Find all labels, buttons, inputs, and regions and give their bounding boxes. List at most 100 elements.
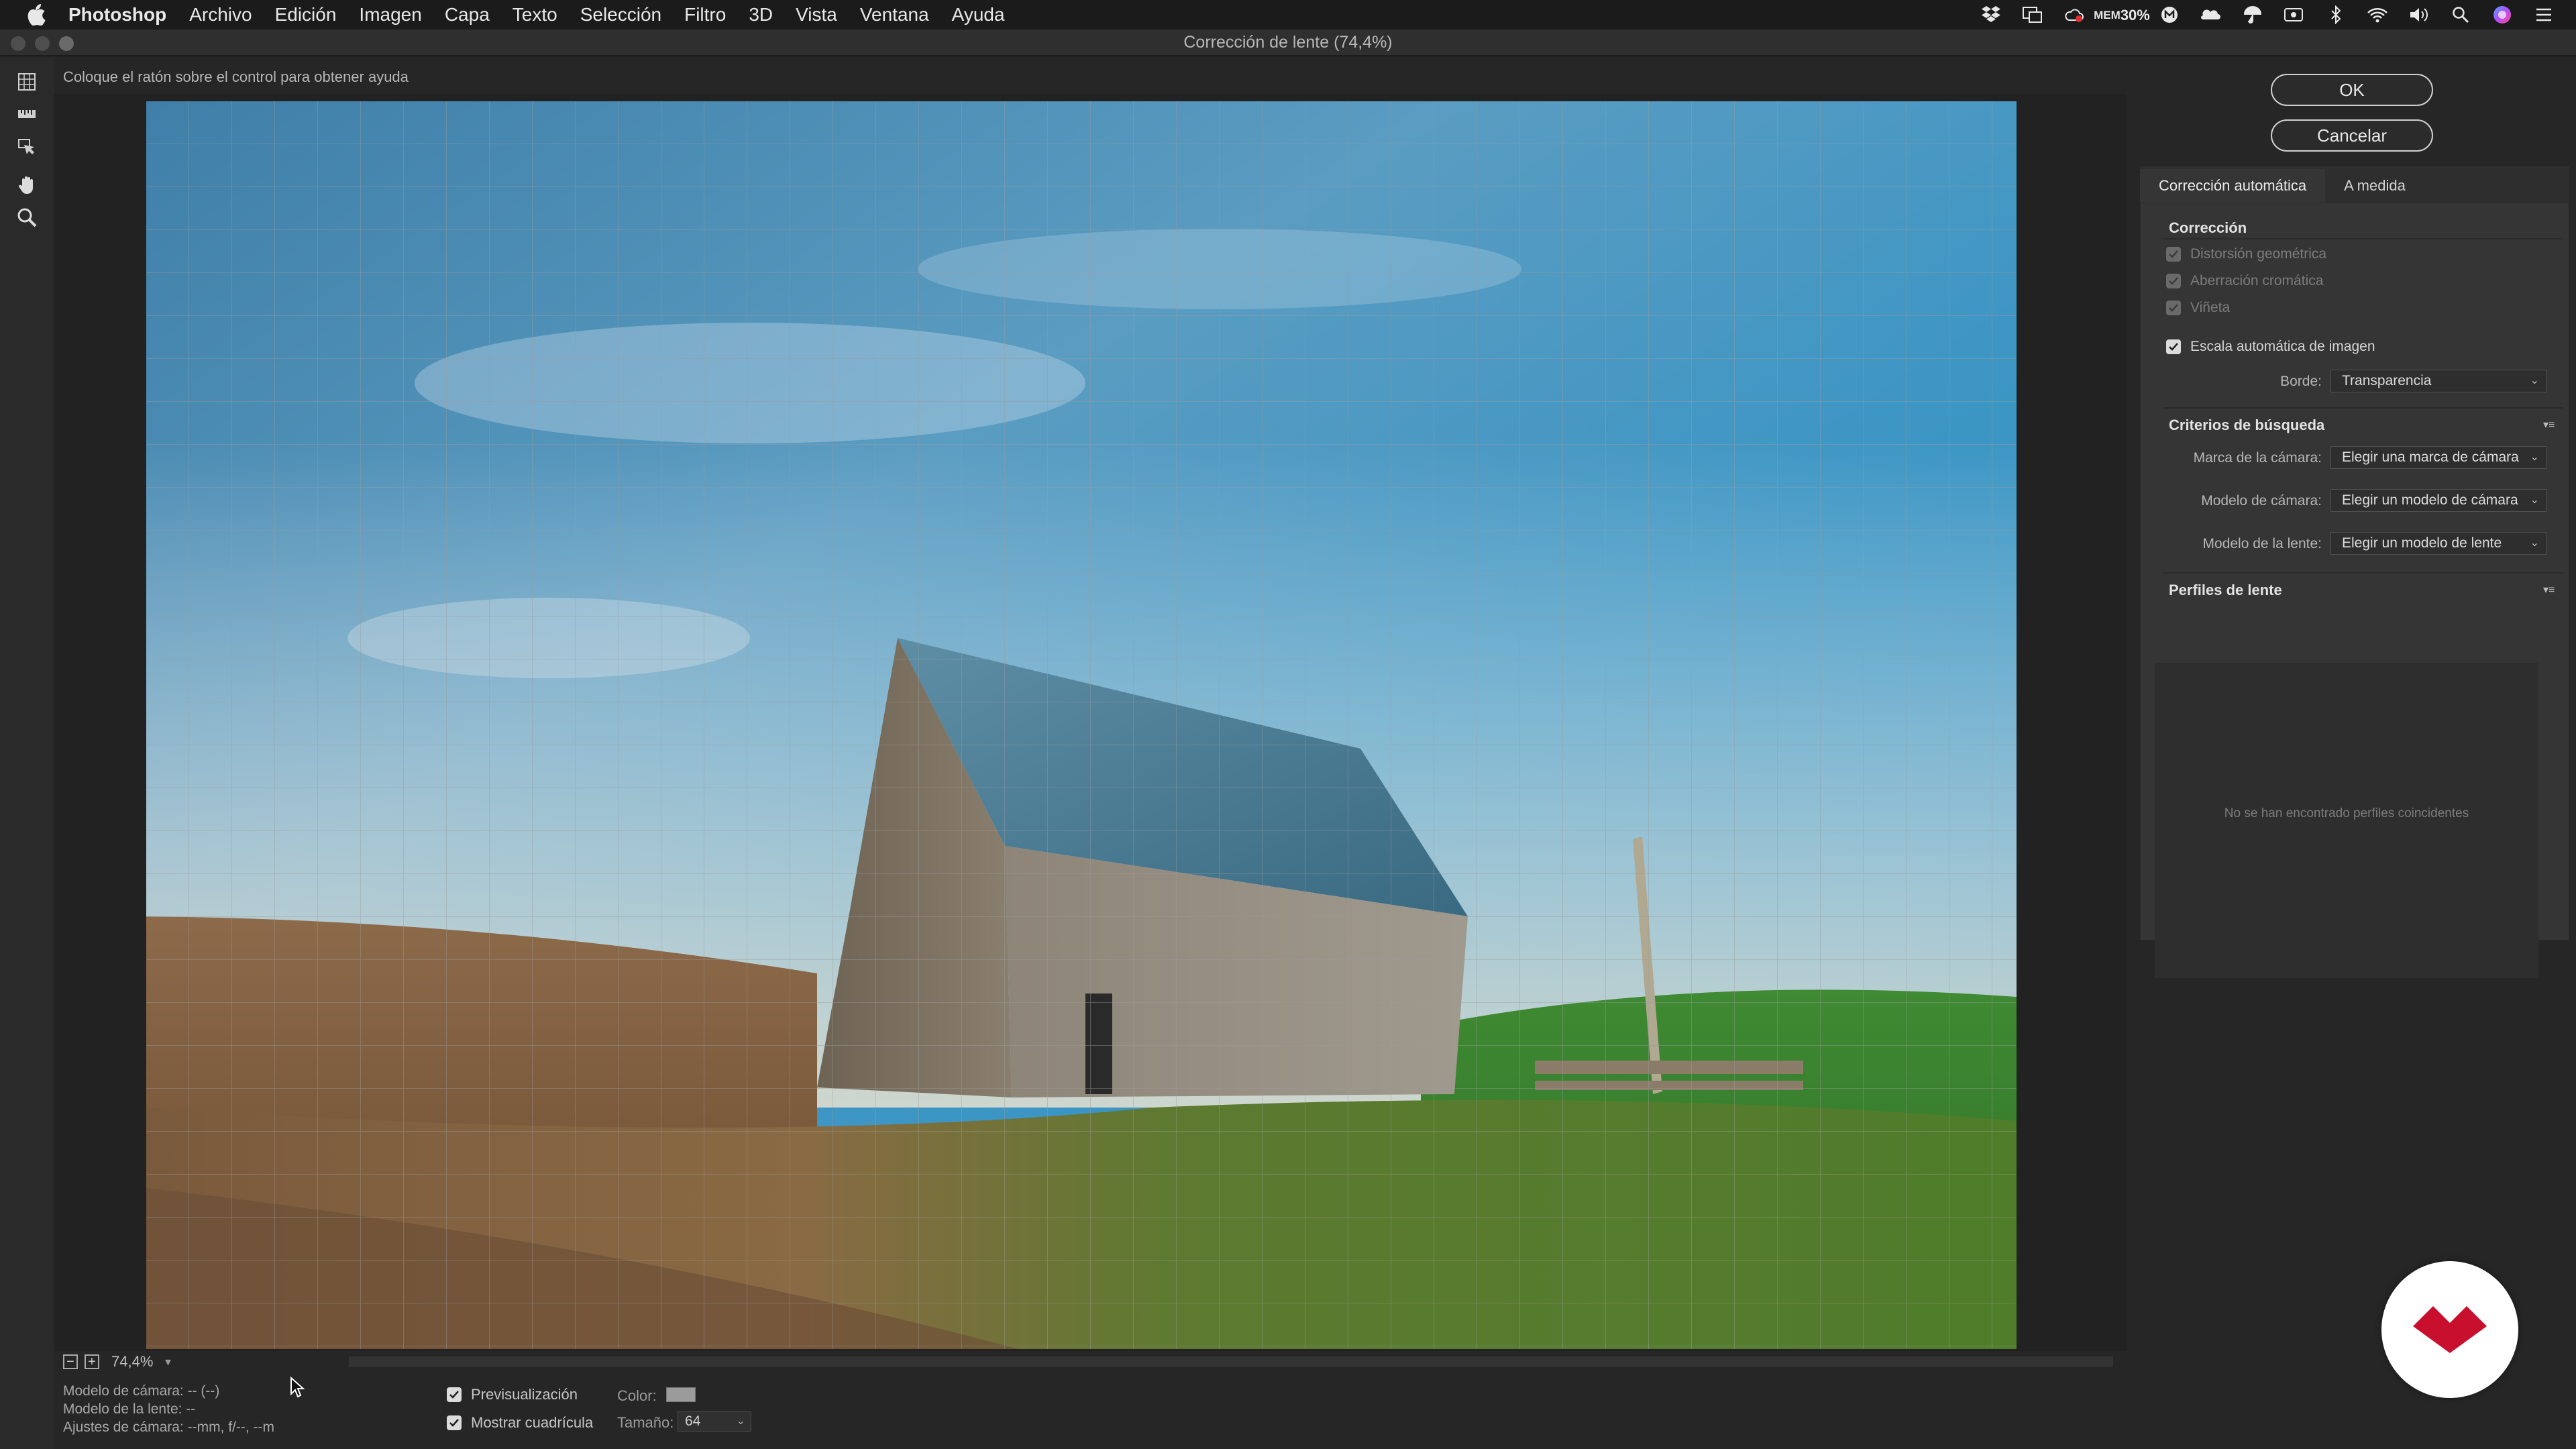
auto-scale-option[interactable]: Escala automática de imagen [2166, 339, 2375, 355]
remove-distortion-tool-icon[interactable] [13, 68, 40, 95]
edge-label: Borde: [2280, 374, 2322, 389]
menu-texto[interactable]: Texto [513, 0, 557, 30]
memory-indicator[interactable]: MEM 30% [2094, 5, 2150, 25]
siri-icon[interactable] [2491, 5, 2513, 25]
edge-value: Transparencia [2342, 373, 2432, 388]
menu-edicion[interactable]: Edición [275, 0, 337, 30]
status-icons: MEM 30% [1980, 0, 2555, 30]
lens-model-info: Modelo de la lente: -- [63, 1401, 196, 1417]
chromatic-aberration-option: Aberración cromática [2166, 273, 2323, 289]
chevron-down-icon: ⌄ [2530, 537, 2539, 549]
straighten-tool-icon[interactable] [13, 101, 40, 127]
show-grid-option[interactable]: Mostrar cuadrícula [447, 1414, 593, 1432]
search-menu-icon[interactable]: ▾≡ [2543, 418, 2561, 431]
weather-icon[interactable] [2200, 5, 2222, 25]
camera-make-select[interactable]: Elegir una marca de cámara ⌄ [2330, 446, 2546, 469]
minimize-window-button[interactable] [35, 36, 50, 51]
tab-custom[interactable]: A medida [2325, 169, 2424, 203]
cloud-sync-icon[interactable] [2063, 5, 2085, 25]
tool-panel [0, 58, 54, 1449]
ok-button[interactable]: OK [2271, 74, 2433, 106]
lens-model-label: Modelo de la lente: [2202, 536, 2322, 551]
cancel-button[interactable]: Cancelar [2271, 119, 2433, 152]
menu-bar: Photoshop Archivo Edición Imagen Capa Te… [0, 0, 2576, 30]
umbrella-icon[interactable] [2242, 5, 2263, 25]
apple-icon[interactable] [21, 0, 51, 30]
grid-size-select[interactable]: 64 ⌄ [678, 1411, 751, 1432]
chevron-down-icon: ⌄ [2530, 451, 2539, 463]
menu-filtro[interactable]: Filtro [684, 0, 726, 30]
zoom-tool-icon[interactable] [13, 204, 40, 231]
lens-model-select[interactable]: Elegir un modelo de lente ⌄ [2330, 532, 2546, 555]
chevron-down-icon: ⌄ [736, 1415, 745, 1427]
zoom-out-glyph: − [66, 1354, 74, 1369]
bluetooth-icon[interactable] [2325, 5, 2347, 25]
chevron-down-icon: ⌄ [2530, 494, 2539, 506]
wifi-icon[interactable] [2367, 5, 2388, 25]
grid-size-value: 64 [685, 1413, 701, 1429]
preview-label: Previsualización [471, 1386, 578, 1403]
camera-settings-info: Ajustes de cámara: --mm, f/--, --m [63, 1419, 275, 1435]
horizontal-scrollbar[interactable] [349, 1356, 2113, 1367]
zoom-controls: − + 74,4% ▾ [54, 1351, 2127, 1373]
search-icon[interactable] [2450, 5, 2471, 25]
dropbox-icon[interactable] [1980, 5, 2002, 25]
menu-ventana[interactable]: Ventana [860, 0, 929, 30]
menu-imagen[interactable]: Imagen [359, 0, 421, 30]
memory-value: 30% [2120, 6, 2150, 23]
camera-model-label: Modelo de cámara: [2201, 493, 2322, 508]
vignette-checkbox [2166, 301, 2181, 315]
grid-color-swatch[interactable] [666, 1387, 696, 1402]
help-hint-text: Coloque el ratón sobre el control para o… [63, 68, 409, 85]
profiles-menu-icon[interactable]: ▾≡ [2543, 583, 2561, 596]
menu-seleccion[interactable]: Selección [580, 0, 661, 30]
camera-model-select[interactable]: Elegir un modelo de cámara ⌄ [2330, 489, 2546, 512]
edge-select[interactable]: Transparencia ⌄ [2330, 370, 2546, 392]
preview-option[interactable]: Previsualización [447, 1386, 578, 1403]
photoshop-screen: Photoshop Archivo Edición Imagen Capa Te… [0, 0, 2576, 1449]
correction-section-title: Corrección [2169, 219, 2247, 236]
section-separator [2163, 238, 2563, 239]
panel-tabs: Corrección automática A medida [2140, 166, 2569, 203]
geometric-distortion-checkbox [2166, 247, 2181, 262]
auto-scale-checkbox[interactable] [2166, 339, 2181, 354]
lens-profiles-title: Perfiles de lente [2169, 582, 2282, 598]
vignette-label: Viñeta [2190, 300, 2231, 315]
camera-make-label: Marca de la cámara: [2193, 450, 2322, 466]
dialog-title: Corrección de lente (74,4%) [1183, 32, 1393, 52]
circle-m-icon[interactable] [2159, 5, 2180, 25]
zoom-dropdown-icon[interactable]: ▾ [165, 1355, 171, 1369]
lens-profiles-list[interactable]: No se han encontrado perfiles coincident… [2155, 663, 2538, 978]
settings-panel: OK Cancelar Corrección automática A medi… [2127, 58, 2576, 1449]
preview-checkbox[interactable] [447, 1387, 462, 1402]
menu-capa[interactable]: Capa [445, 0, 490, 30]
preview-image[interactable] [146, 101, 2017, 1349]
menu-app-name[interactable]: Photoshop [68, 0, 166, 30]
show-grid-checkbox[interactable] [447, 1415, 462, 1430]
menu-archivo[interactable]: Archivo [189, 0, 252, 30]
zoom-out-button[interactable]: − [63, 1354, 78, 1369]
volume-icon[interactable] [2408, 5, 2430, 25]
move-grid-tool-icon[interactable] [13, 133, 40, 160]
cancel-label: Cancelar [2316, 125, 2387, 146]
chevron-down-icon: ⌄ [2530, 375, 2539, 386]
menu-vista[interactable]: Vista [796, 0, 837, 30]
section-separator [2163, 572, 2563, 574]
zoom-level[interactable]: 74,4% [111, 1353, 165, 1371]
hand-tool-icon[interactable] [13, 172, 40, 199]
menu-ayuda[interactable]: Ayuda [952, 0, 1005, 30]
notification-center-icon[interactable] [2533, 5, 2555, 25]
zoom-in-glyph: + [88, 1354, 96, 1369]
tab-auto-correction[interactable]: Corrección automática [2140, 169, 2326, 203]
screen-record-icon[interactable] [2284, 5, 2305, 25]
auto-scale-label: Escala automática de imagen [2190, 339, 2375, 354]
chromatic-aberration-label: Aberración cromática [2190, 273, 2324, 288]
lens-model-value: Elegir un modelo de lente [2342, 535, 2502, 551]
zoom-window-button[interactable] [59, 36, 74, 51]
zoom-in-button[interactable]: + [85, 1354, 99, 1369]
menu-3d[interactable]: 3D [749, 0, 773, 30]
brand-logo [2381, 1261, 2518, 1398]
geometric-distortion-option: Distorsión geométrica [2166, 246, 2326, 262]
display-icon[interactable] [2022, 5, 2043, 25]
close-window-button[interactable] [11, 36, 25, 51]
